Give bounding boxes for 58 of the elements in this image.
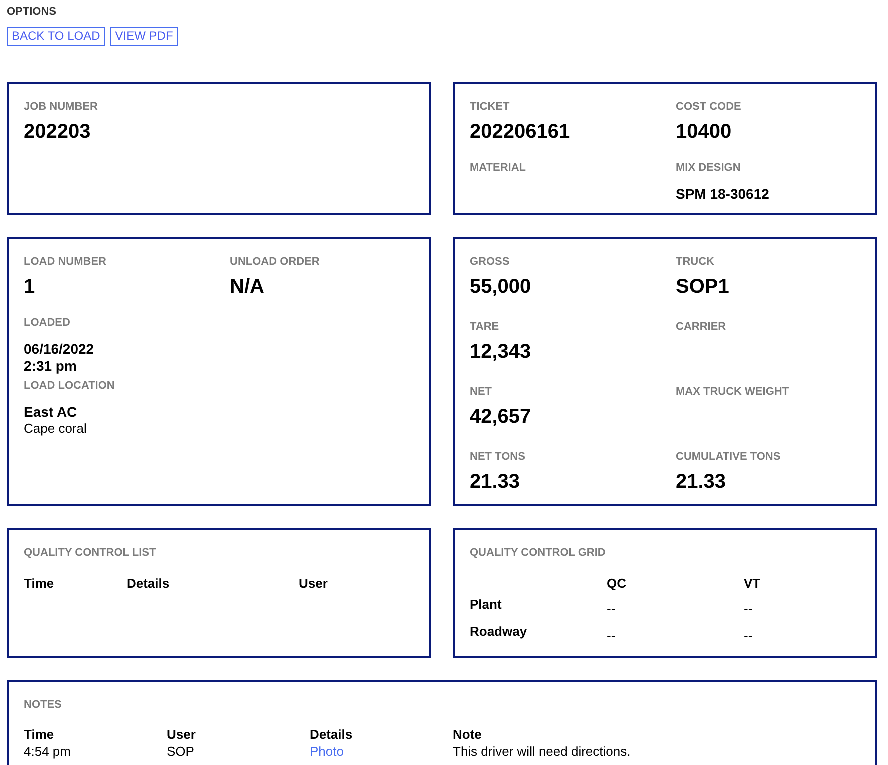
card-title: QUALITY CONTROL GRID xyxy=(470,547,606,561)
field-value: 1 xyxy=(24,275,36,300)
column-header: Details xyxy=(310,726,354,742)
field-value: 10400 xyxy=(676,120,732,144)
column-header: VT xyxy=(744,576,762,592)
field-value: SOP1 xyxy=(676,275,730,300)
field-label: NET xyxy=(470,386,492,400)
section-title: OPTIONS xyxy=(7,6,58,20)
option-button[interactable]: BACK TO LOAD xyxy=(7,27,106,46)
column-header: User xyxy=(299,576,329,592)
card-title: QUALITY CONTROL LIST xyxy=(24,547,156,561)
field-label: COST CODE xyxy=(676,101,742,114)
table-cell: -- xyxy=(744,601,753,616)
field-value: 06/16/2022 xyxy=(24,341,94,358)
field-label: NET TONS xyxy=(470,451,526,464)
column-header: Time xyxy=(24,576,56,592)
table-cell: This driver will need directions. xyxy=(453,744,631,760)
field-value: Cape coral xyxy=(24,420,87,437)
field-value: 2:31 pm xyxy=(24,358,77,375)
field-label: LOAD LOCATION xyxy=(24,380,115,394)
field-value: 42,657 xyxy=(470,405,532,430)
table-cell: -- xyxy=(607,628,616,644)
row-header: Plant xyxy=(470,597,502,612)
column-header: Time xyxy=(24,726,56,742)
field-label: UNLOAD ORDER xyxy=(230,256,320,270)
field-label: TRUCK xyxy=(676,256,714,270)
photo-link[interactable]: Photo xyxy=(310,744,344,760)
field-value: 202206161 xyxy=(470,120,570,144)
field-value: 202203 xyxy=(24,120,91,144)
table-cell: 4:54 pm xyxy=(24,744,71,760)
table-cell: SOP xyxy=(167,744,194,760)
field-label: CARRIER xyxy=(676,321,726,334)
table-cell: -- xyxy=(607,601,616,616)
column-header: Details xyxy=(127,576,171,592)
field-value: 21.33 xyxy=(676,470,726,494)
field-label: CUMULATIVE TONS xyxy=(676,451,781,464)
column-header: User xyxy=(167,726,197,742)
field-label: LOAD NUMBER xyxy=(24,256,106,270)
field-label: MIX DESIGN xyxy=(676,162,741,176)
row-header: Roadway xyxy=(470,624,528,640)
option-button[interactable]: VIEW PDF xyxy=(110,27,178,46)
field-label: TICKET xyxy=(470,101,510,114)
field-value: 21.33 xyxy=(470,470,520,494)
card-title: NOTES xyxy=(24,698,62,712)
column-header: QC xyxy=(607,576,628,592)
field-value: East AC xyxy=(24,404,78,421)
table-cell: -- xyxy=(744,628,753,644)
field-value: N/A xyxy=(230,275,264,300)
field-label: TARE xyxy=(470,321,500,334)
field-value: 55,000 xyxy=(470,275,532,300)
field-label: JOB NUMBER xyxy=(24,101,98,114)
field-value: SPM 18-30612 xyxy=(676,186,770,204)
field-label: GROSS xyxy=(470,256,510,270)
field-label: MATERIAL xyxy=(470,162,526,176)
field-value: 12,343 xyxy=(470,340,532,364)
field-label: MAX TRUCK WEIGHT xyxy=(676,386,790,400)
column-header: Note xyxy=(453,726,483,742)
field-label: LOADED xyxy=(24,317,70,330)
